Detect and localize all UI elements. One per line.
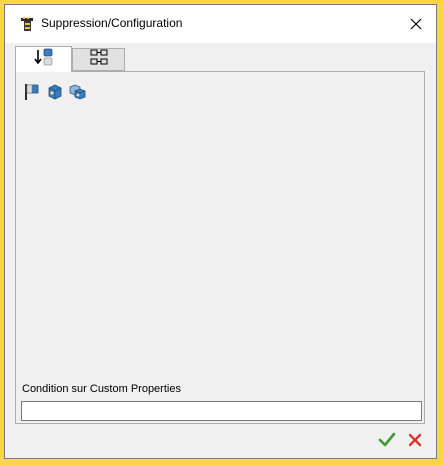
tree-structure-icon <box>89 48 109 71</box>
cancel-x-icon[interactable] <box>405 430 425 450</box>
part-icon[interactable] <box>45 82 65 102</box>
tab-sort-order[interactable] <box>15 46 72 72</box>
close-icon[interactable] <box>402 10 430 38</box>
flag-icon[interactable] <box>22 82 42 102</box>
app-logo-icon <box>20 16 36 32</box>
window-title: Suppression/Configuration <box>41 16 183 30</box>
condition-input[interactable] <box>21 401 422 421</box>
title-bar[interactable]: Suppression/Configuration <box>5 5 436 43</box>
condition-label: Condition sur Custom Properties <box>22 383 181 395</box>
assembly-icon[interactable] <box>68 82 88 102</box>
dialog-highlight-frame: Suppression/Configuration Condition sur … <box>0 0 443 465</box>
suppression-configuration-dialog: Suppression/Configuration Condition sur … <box>4 4 437 459</box>
checkmark-icon[interactable] <box>377 430 397 450</box>
tab-content-panel: Condition sur Custom Properties <box>15 71 425 424</box>
tab-tree-structure[interactable] <box>72 48 125 71</box>
sort-order-icon <box>33 47 55 72</box>
